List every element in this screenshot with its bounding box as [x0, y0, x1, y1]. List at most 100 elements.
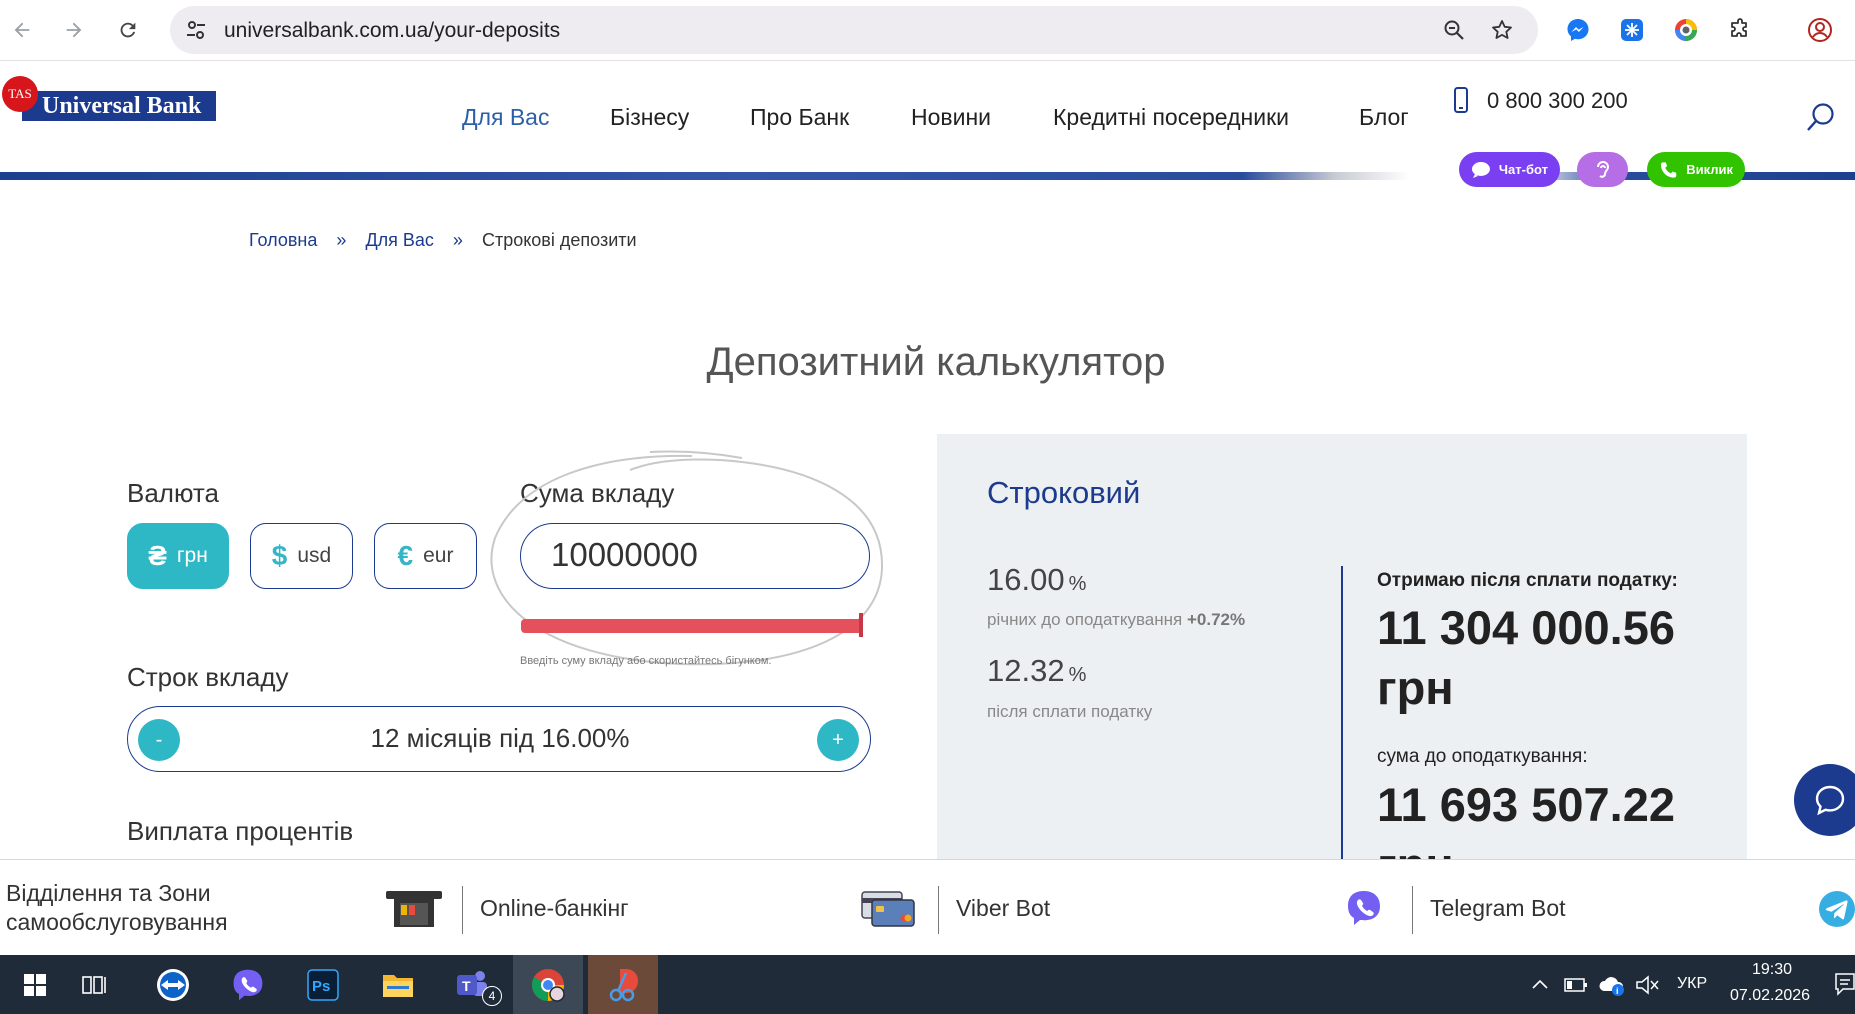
back-button[interactable]	[4, 12, 40, 48]
branches-link[interactable]: Відділення та Зони самообслуговування	[6, 860, 306, 956]
menu-item-blog[interactable]: Блог	[1359, 104, 1409, 131]
net-rate-value: 12.32	[987, 653, 1065, 688]
star-icon	[1492, 20, 1512, 39]
currency-eur-button[interactable]: € eur	[374, 523, 477, 589]
taskbar-teams[interactable]: T 4	[438, 955, 508, 1014]
chat-bubble-icon	[1471, 161, 1490, 178]
hryvnia-icon: ₴	[148, 540, 167, 571]
logo-badge: TAS	[2, 76, 38, 112]
url-text[interactable]: universalbank.com.ua/your-deposits	[224, 19, 560, 43]
gross-rate-value: 16.00	[987, 562, 1065, 597]
menu-item-about-bank[interactable]: Про Банк	[750, 104, 849, 131]
clock-date[interactable]: 07.02.2026	[1730, 987, 1810, 1005]
hotline-phone[interactable]: 0 800 300 200	[1487, 88, 1628, 114]
folder-icon	[383, 974, 413, 997]
taskbar-teamviewer[interactable]	[138, 955, 208, 1014]
account-icon	[1808, 18, 1832, 42]
logo-text: Universal Bank	[22, 91, 216, 121]
extension-color-picker[interactable]	[1668, 12, 1704, 48]
currency-label: Валюта	[127, 478, 219, 508]
menu-item-credit-brokers[interactable]: Кредитні посередники	[1053, 104, 1289, 131]
viber-bot-link[interactable]: Viber Bot	[956, 860, 1050, 956]
snowflake-icon	[1621, 19, 1643, 41]
breadcrumb-home[interactable]: Головна	[249, 230, 317, 251]
address-bar[interactable]: universalbank.com.ua/your-deposits	[170, 6, 1538, 54]
notifications-icon[interactable]	[1834, 972, 1855, 996]
currency-code: грн	[176, 544, 208, 567]
taskbar-viber[interactable]	[213, 955, 283, 1014]
term-value: 12 місяців під 16.00%	[370, 723, 630, 753]
phone-call-icon	[1660, 161, 1677, 178]
svg-text:T: T	[462, 978, 471, 994]
cards-icon	[861, 891, 915, 927]
speaker-muted-icon[interactable]	[1634, 973, 1660, 997]
svg-text:i: i	[1616, 986, 1619, 996]
viber-icon	[233, 969, 263, 1000]
online-banking-link[interactable]: Online-банкінг	[480, 860, 629, 956]
chevron-double-right-icon: »	[336, 229, 347, 250]
amount-slider-track[interactable]	[521, 619, 863, 633]
chatbot-button[interactable]: Чат-бот	[1459, 152, 1560, 187]
currency-code: eur	[423, 544, 454, 567]
onedrive-icon[interactable]: i	[1598, 971, 1626, 997]
quick-links-bar: Відділення та Зони самообслуговування On…	[0, 859, 1855, 955]
euro-icon: €	[397, 540, 414, 571]
menu-item-for-you[interactable]: Для Вас	[462, 104, 549, 131]
menu-item-business[interactable]: Бізнесу	[610, 104, 689, 131]
breadcrumb-section[interactable]: Для Вас	[365, 230, 433, 251]
currency-usd-button[interactable]: $ usd	[250, 523, 353, 589]
taskbar-photoshop[interactable]: Ps	[288, 955, 358, 1014]
chat-widget-button[interactable]	[1794, 764, 1855, 836]
gross-rate-caption-row: річних до оподаткування +0.72%	[987, 610, 1245, 630]
site-settings-icon[interactable]	[184, 18, 208, 42]
currency-uah-button[interactable]: ₴ грн	[127, 523, 229, 589]
clock-time[interactable]: 19:30	[1752, 961, 1792, 979]
net-rate: 12.32%	[987, 653, 1086, 689]
dollar-icon: $	[271, 540, 288, 571]
site-search-button[interactable]	[1805, 101, 1837, 138]
arrow-left-icon	[14, 22, 30, 38]
task-view-button[interactable]	[60, 955, 130, 1014]
gross-amount: 11 693 507.22	[1377, 778, 1675, 831]
bookmark-button[interactable]	[1488, 16, 1516, 44]
amount-slider-handle[interactable]	[859, 613, 863, 637]
task-view-icon	[82, 975, 106, 994]
extension-messenger[interactable]	[1560, 12, 1596, 48]
language-indicator[interactable]: УКР	[1677, 975, 1707, 993]
gross-rate: 16.00%	[987, 562, 1086, 598]
divider	[462, 886, 463, 934]
taskbar-file-explorer[interactable]	[363, 955, 433, 1014]
net-amount: 11 304 000.56	[1377, 601, 1675, 654]
amount-hint: Введіть суму вкладу або скористайтесь бі…	[520, 655, 772, 667]
extensions-button[interactable]	[1722, 12, 1758, 48]
photoshop-icon: Ps	[307, 968, 339, 1001]
menu-item-news[interactable]: Новини	[911, 104, 991, 131]
zoom-button[interactable]	[1440, 16, 1468, 44]
extension-snowflake[interactable]	[1614, 12, 1650, 48]
divider	[1412, 886, 1413, 934]
chevron-up-icon[interactable]	[1530, 975, 1550, 995]
magnifier-icon	[1444, 20, 1464, 40]
net-amount-label: Отримаю після сплати податку:	[1377, 570, 1678, 591]
forward-button[interactable]	[56, 12, 92, 48]
telegram-bot-link[interactable]: Telegram Bot	[1430, 860, 1566, 956]
profile-button[interactable]	[1802, 12, 1838, 48]
puzzle-icon	[1731, 18, 1747, 37]
chat-icon	[1815, 785, 1845, 816]
teamviewer-icon	[157, 968, 189, 1001]
term-increase-button[interactable]: +	[817, 719, 859, 761]
call-button[interactable]: Виклик	[1647, 152, 1745, 187]
accessibility-button[interactable]	[1577, 152, 1628, 187]
site-header: TAS Universal Bank Для Вас Бізнесу Про Б…	[0, 61, 1855, 187]
taskbar-chrome[interactable]	[513, 955, 583, 1014]
call-label: Виклик	[1686, 162, 1733, 177]
page-title: Депозитний калькулятор	[706, 340, 1166, 384]
gross-rate-caption: річних до оподаткування	[987, 610, 1183, 629]
term-label: Строк вкладу	[127, 662, 289, 692]
taskbar-snipping-tool[interactable]	[588, 955, 658, 1014]
term-stepper: - 12 місяців під 16.00% +	[127, 706, 871, 772]
battery-icon[interactable]	[1564, 975, 1588, 995]
reload-button[interactable]	[110, 12, 146, 48]
percent-sign: %	[1068, 664, 1087, 686]
mobile-phone-icon	[1454, 87, 1468, 113]
